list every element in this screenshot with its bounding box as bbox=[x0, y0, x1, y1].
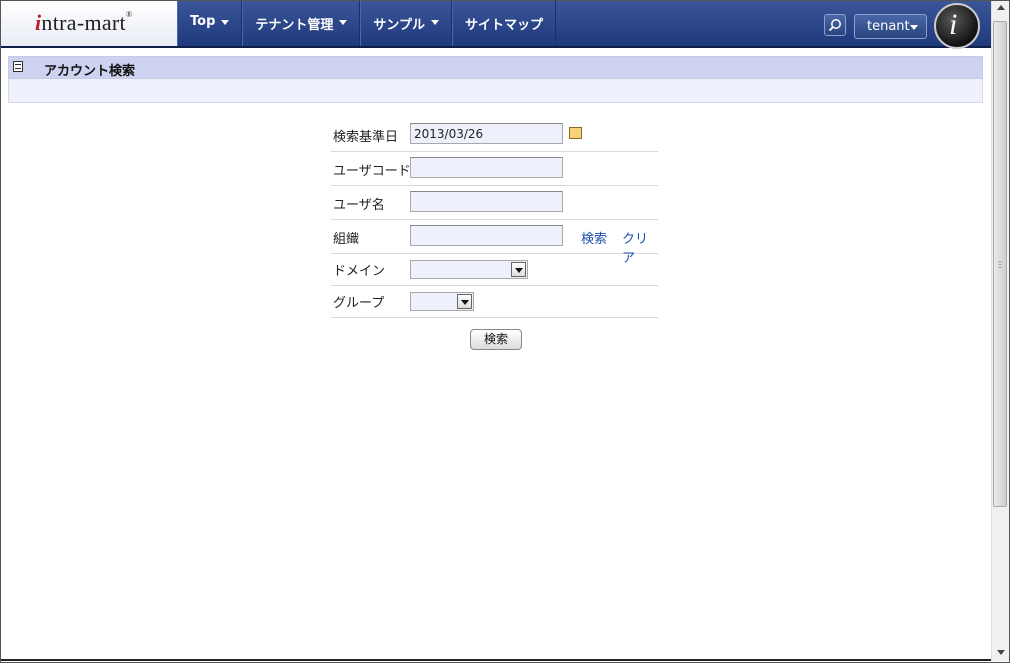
row-group: グループ bbox=[331, 286, 658, 318]
badge-letter: i bbox=[949, 8, 958, 41]
page-title-bar: アカウント検索 bbox=[8, 56, 983, 79]
chevron-down-icon bbox=[431, 20, 440, 25]
chevron-down-icon bbox=[511, 262, 526, 277]
bottom-border bbox=[1, 659, 991, 661]
chevron-down-icon bbox=[910, 25, 918, 30]
logo-reg: ® bbox=[125, 10, 133, 19]
tenant-dropdown[interactable]: tenant bbox=[854, 14, 927, 39]
group-label: グループ bbox=[333, 296, 385, 311]
nav-item-tenant-admin-label: テナント管理 bbox=[255, 18, 334, 33]
base-date-input[interactable]: 2013/03/26 bbox=[410, 123, 563, 144]
row-user-name: ユーザ名 bbox=[331, 186, 658, 220]
search-button[interactable]: 検索 bbox=[470, 329, 522, 350]
domain-select[interactable] bbox=[410, 260, 528, 279]
organization-search-link[interactable]: 検索 bbox=[581, 228, 607, 247]
nav-item-sample-label: サンプル bbox=[373, 18, 426, 33]
organization-label: 組織 bbox=[333, 232, 360, 247]
user-menu-badge[interactable]: i bbox=[934, 3, 980, 49]
logo-text: ntra-mart bbox=[41, 10, 126, 35]
scroll-up-arrow-icon[interactable] bbox=[997, 5, 1005, 10]
main-nav: Top テナント管理 サンプル サイトマップ bbox=[177, 1, 557, 46]
page-title: アカウント検索 bbox=[44, 64, 136, 79]
user-code-input[interactable] bbox=[410, 157, 563, 178]
user-code-label: ユーザコード bbox=[333, 164, 411, 179]
base-date-label: 検索基準日 bbox=[333, 130, 399, 145]
search-icon bbox=[828, 19, 841, 32]
domain-label: ドメイン bbox=[333, 264, 386, 279]
nav-item-tenant-admin[interactable]: テナント管理 bbox=[242, 1, 361, 46]
chevron-down-icon bbox=[339, 20, 348, 25]
chevron-down-icon bbox=[221, 20, 230, 25]
grip-icon: – – – bbox=[998, 257, 1002, 272]
tenant-label: tenant bbox=[867, 19, 910, 34]
nav-item-sitemap[interactable]: サイトマップ bbox=[452, 1, 557, 46]
group-select[interactable] bbox=[410, 292, 474, 311]
nav-item-top[interactable]: Top bbox=[177, 1, 243, 46]
nav-item-sample[interactable]: サンプル bbox=[360, 1, 453, 46]
organization-input[interactable] bbox=[410, 225, 563, 246]
chevron-down-icon bbox=[457, 294, 472, 309]
nav-item-sitemap-label: サイトマップ bbox=[465, 18, 544, 33]
window-icon[interactable] bbox=[13, 61, 23, 72]
scroll-down-arrow-icon[interactable] bbox=[997, 650, 1005, 655]
vertical-scrollbar[interactable]: – – – bbox=[991, 1, 1009, 661]
row-organization: 組織 検索 クリア bbox=[331, 220, 658, 266]
row-base-date: 検索基準日 2013/03/26 bbox=[331, 119, 658, 152]
row-domain: ドメイン bbox=[331, 254, 658, 286]
search-form: 検索基準日 2013/03/26 ユーザコード ユーザ名 組織 検索 クリア ド… bbox=[331, 119, 658, 318]
scrollbar-thumb[interactable]: – – – bbox=[993, 21, 1007, 507]
top-header: intra-mart® Top テナント管理 サンプル サイトマップ tenan… bbox=[1, 1, 991, 49]
calendar-icon[interactable] bbox=[569, 127, 582, 139]
logo[interactable]: intra-mart® bbox=[1, 1, 178, 46]
user-name-label: ユーザ名 bbox=[333, 198, 385, 213]
title-sub-bar bbox=[8, 79, 983, 103]
row-user-code: ユーザコード bbox=[331, 152, 658, 186]
header-search-button[interactable] bbox=[824, 14, 846, 36]
nav-item-top-label: Top bbox=[190, 14, 216, 29]
user-name-input[interactable] bbox=[410, 191, 563, 212]
